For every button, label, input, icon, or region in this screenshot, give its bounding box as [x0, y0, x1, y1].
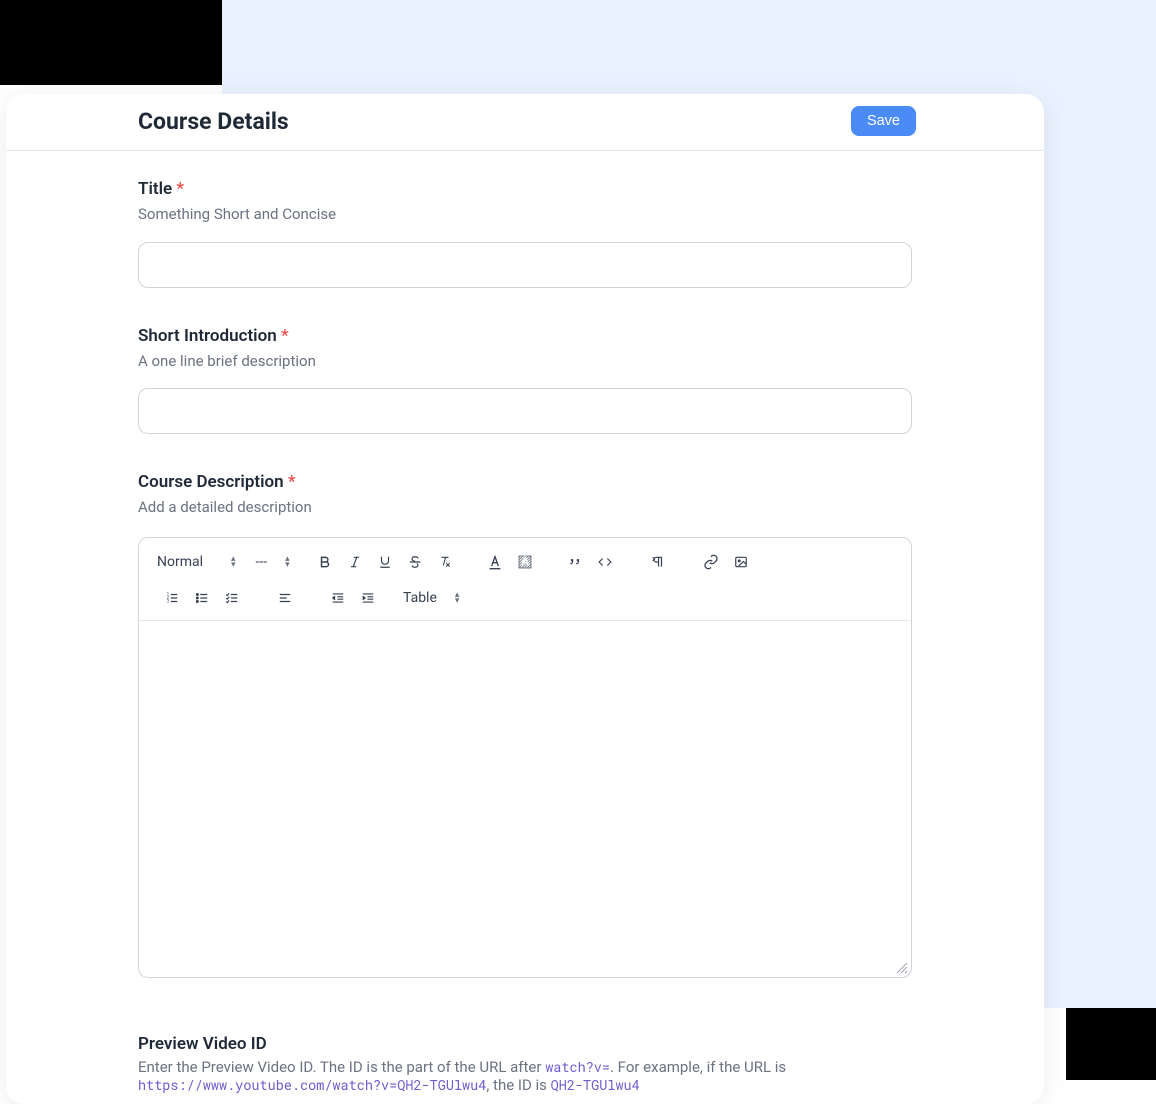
italic-button[interactable] — [340, 548, 370, 576]
helper-text-2: . For example, if the URL is — [610, 1058, 786, 1076]
background-color-button[interactable] — [510, 548, 540, 576]
preview-video-label: Preview Video ID — [138, 1034, 912, 1054]
clear-format-button[interactable] — [430, 548, 460, 576]
chevron-updown-icon: ▴▾ — [455, 592, 460, 604]
preview-video-label-text: Preview Video ID — [138, 1034, 267, 1054]
course-desc-label: Course Description * — [138, 472, 912, 492]
card-header: Course Details Save — [6, 94, 1044, 151]
size-select[interactable]: --- ▴▾ — [256, 554, 290, 570]
helper-text-1: Enter the Preview Video ID. The ID is th… — [138, 1058, 545, 1076]
corner-fragment — [1066, 1008, 1156, 1080]
rich-text-editor: Normal ▴▾ --- ▴▾ — [138, 537, 912, 978]
unordered-list-button[interactable] — [187, 584, 217, 612]
table-select[interactable]: Table ▴▾ — [403, 590, 459, 606]
chevron-updown-icon: ▴▾ — [285, 556, 290, 568]
short-intro-label-text: Short Introduction — [138, 326, 277, 346]
chevron-updown-icon: ▴▾ — [231, 556, 236, 568]
title-input[interactable] — [138, 242, 912, 288]
helper-code-3: QH2-TGUlwu4 — [551, 1076, 640, 1094]
indent-button[interactable] — [353, 584, 383, 612]
short-intro-required-marker: * — [281, 326, 289, 346]
short-intro-input[interactable] — [138, 388, 912, 434]
code-block-button[interactable] — [590, 548, 620, 576]
bold-button[interactable] — [310, 548, 340, 576]
checklist-button[interactable] — [217, 584, 247, 612]
link-button[interactable] — [696, 548, 726, 576]
heading-select-label: Normal — [157, 554, 203, 570]
toolbar-row-1: Normal ▴▾ --- ▴▾ — [147, 544, 903, 580]
editor-toolbar: Normal ▴▾ --- ▴▾ — [139, 538, 911, 621]
preview-video-helper: Enter the Preview Video ID. The ID is th… — [138, 1058, 912, 1094]
preview-video-field-group: Preview Video ID Enter the Preview Video… — [138, 1034, 912, 1094]
blockquote-button[interactable] — [560, 548, 590, 576]
card-body: Title * Something Short and Concise Shor… — [6, 151, 1044, 1104]
helper-code-2: https://www.youtube.com/watch?v=QH2-TGUl… — [138, 1076, 486, 1094]
short-intro-field-group: Short Introduction * A one line brief de… — [138, 326, 912, 435]
title-required-marker: * — [176, 179, 184, 199]
title-label-text: Title — [138, 179, 172, 199]
text-direction-button[interactable] — [640, 548, 676, 576]
title-field-group: Title * Something Short and Concise — [138, 179, 912, 288]
sidebar-fragment — [0, 0, 222, 85]
course-desc-field-group: Course Description * Add a detailed desc… — [138, 472, 912, 978]
helper-text-3: , the ID is — [486, 1076, 550, 1094]
table-select-label: Table — [403, 590, 437, 606]
save-button[interactable]: Save — [851, 106, 916, 136]
course-desc-editor[interactable] — [139, 621, 911, 977]
toolbar-row-2: 123 Table — [147, 580, 903, 616]
text-color-button[interactable] — [480, 548, 510, 576]
align-button[interactable] — [267, 584, 303, 612]
title-helper: Something Short and Concise — [138, 203, 912, 226]
page-title: Course Details — [138, 108, 289, 135]
helper-code-1: watch?v= — [545, 1058, 610, 1076]
strikethrough-button[interactable] — [400, 548, 430, 576]
size-select-label: --- — [256, 554, 268, 570]
title-label: Title * — [138, 179, 912, 199]
course-desc-label-text: Course Description — [138, 472, 284, 492]
course-desc-helper: Add a detailed description — [138, 496, 912, 519]
image-button[interactable] — [726, 548, 756, 576]
heading-select[interactable]: Normal ▴▾ — [157, 554, 236, 570]
svg-text:3: 3 — [167, 598, 170, 603]
short-intro-label: Short Introduction * — [138, 326, 912, 346]
short-intro-helper: A one line brief description — [138, 350, 912, 373]
course-desc-required-marker: * — [288, 472, 296, 492]
underline-button[interactable] — [370, 548, 400, 576]
course-details-card: Course Details Save Title * Something Sh… — [6, 94, 1044, 1104]
outdent-button[interactable] — [323, 584, 353, 612]
ordered-list-button[interactable]: 123 — [157, 584, 187, 612]
